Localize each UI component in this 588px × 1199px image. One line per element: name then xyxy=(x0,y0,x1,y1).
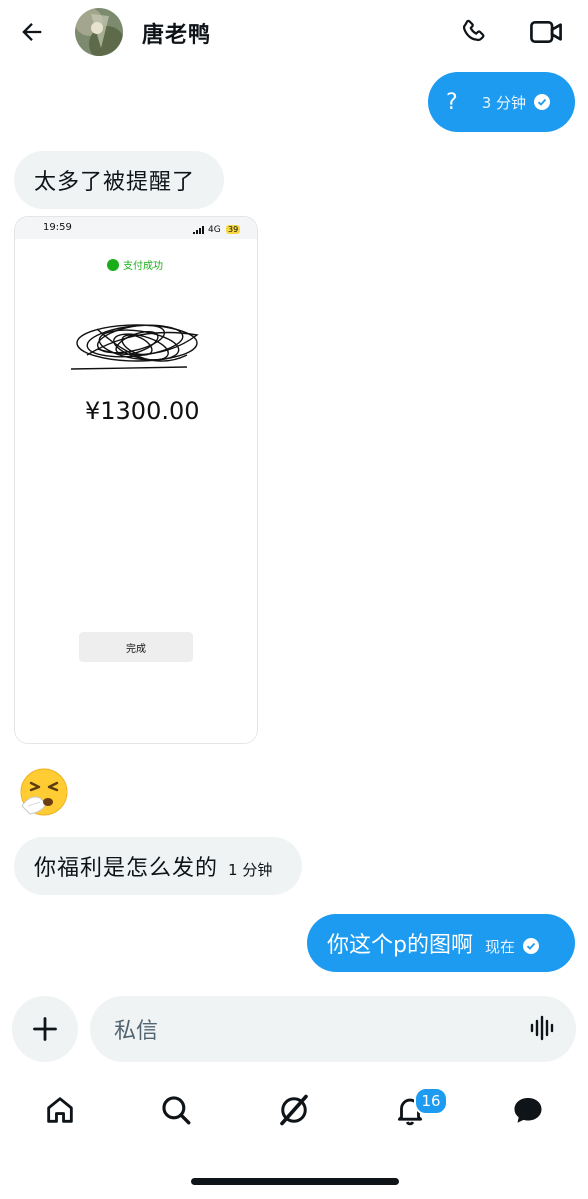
message-text: 你福利是怎么发的 xyxy=(34,856,219,881)
message-bubble-incoming[interactable]: 你福利是怎么发的 1 分钟 xyxy=(14,837,302,895)
grok-icon xyxy=(280,1094,308,1126)
message-time: 3 分钟 xyxy=(481,93,526,112)
message-meta: 3 分钟 xyxy=(482,92,550,113)
page-title: 唐老鸭 xyxy=(142,23,212,48)
payment-success-label: 支付成功 xyxy=(107,257,163,272)
message-bubble-outgoing[interactable]: ? 3 分钟 xyxy=(428,72,575,132)
video-call-button[interactable] xyxy=(526,14,566,50)
sneezing-face-emoji xyxy=(18,766,70,818)
message-input-placeholder: 私信 xyxy=(114,1019,159,1044)
message-image[interactable]: 19:59 4G 39 支付成功 ¥1300.00 完成 xyxy=(14,216,258,744)
message-text: ? xyxy=(446,89,458,115)
messages-icon xyxy=(514,1098,542,1123)
message-bubble-outgoing[interactable]: 你这个p的图啊 现在 xyxy=(307,914,575,972)
home-indicator xyxy=(191,1178,399,1185)
notification-count-badge: 16 xyxy=(414,1087,448,1115)
plus-icon xyxy=(33,1017,57,1041)
tab-grok[interactable] xyxy=(274,1090,314,1130)
tab-home[interactable] xyxy=(40,1090,80,1130)
back-button[interactable] xyxy=(14,14,50,50)
call-button[interactable] xyxy=(456,14,492,50)
arrow-left-icon xyxy=(22,23,42,41)
screenshot-battery: 39 xyxy=(226,225,241,234)
avatar[interactable] xyxy=(75,8,123,56)
phone-icon xyxy=(462,19,485,42)
home-icon xyxy=(47,1097,73,1123)
message-meta: 现在 xyxy=(485,936,539,957)
add-attachment-button[interactable] xyxy=(12,996,78,1062)
video-camera-icon xyxy=(530,20,562,44)
message-input[interactable]: 私信 xyxy=(90,996,576,1062)
tab-messages[interactable] xyxy=(508,1090,548,1130)
search-icon xyxy=(162,1096,191,1125)
tab-search[interactable] xyxy=(156,1090,196,1130)
voice-message-button[interactable] xyxy=(526,1011,560,1045)
message-bubble-incoming[interactable]: 太多了被提醒了 xyxy=(14,151,224,209)
redaction-scribble xyxy=(70,324,199,370)
payment-amount: ¥1300.00 xyxy=(85,397,200,425)
message-time: 现在 xyxy=(484,937,515,956)
audio-wave-icon xyxy=(530,1015,554,1041)
success-check-icon xyxy=(107,258,119,271)
read-check-icon xyxy=(534,94,550,110)
screenshot-network: 4G xyxy=(208,225,221,235)
message-text: 太多了被提醒了 xyxy=(34,170,196,195)
message-time: 1 分钟 xyxy=(228,860,273,879)
signal-icon xyxy=(193,226,204,234)
done-button: 完成 xyxy=(79,632,193,662)
message-text: 你这个p的图啊 xyxy=(327,933,473,958)
read-check-icon xyxy=(522,938,539,954)
screenshot-time: 19:59 xyxy=(43,222,72,233)
